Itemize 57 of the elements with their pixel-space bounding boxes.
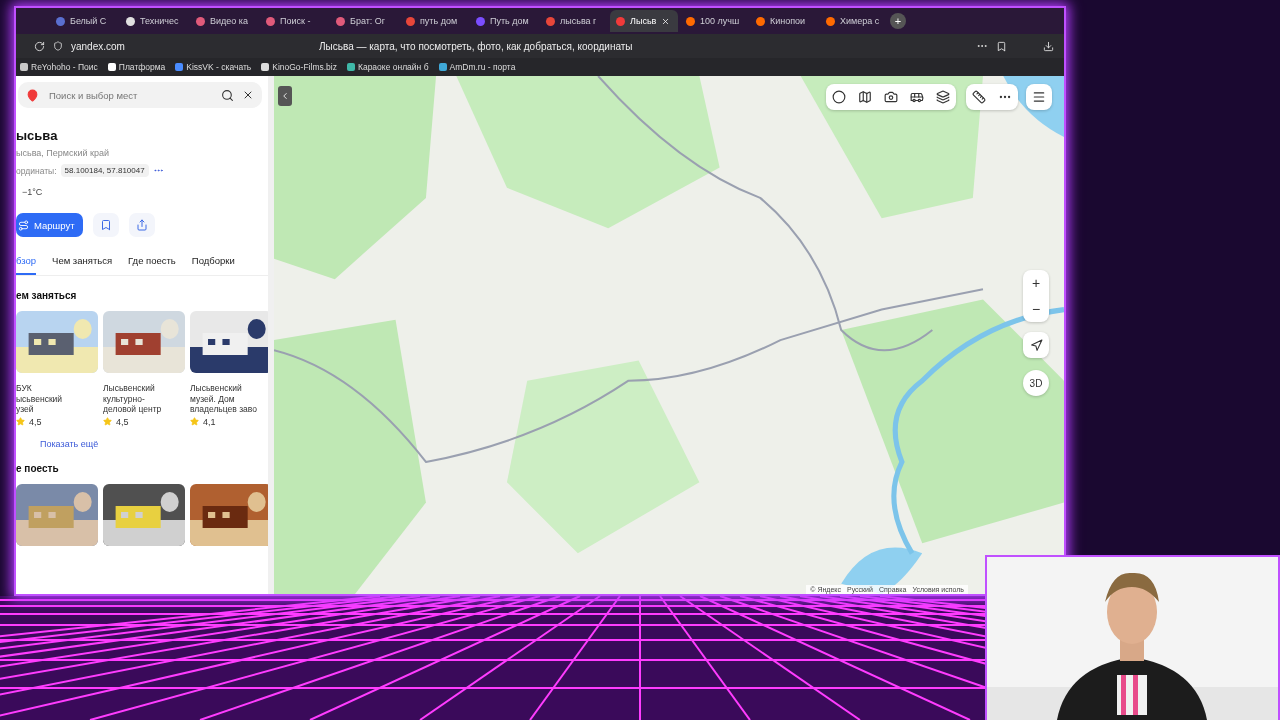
bookmark-icon bbox=[99, 219, 112, 231]
browser-tab[interactable]: Белый С bbox=[50, 10, 118, 32]
shield-icon bbox=[53, 41, 63, 51]
bookmark-link[interactable]: KissVK - скачать bbox=[175, 62, 252, 72]
route-button[interactable]: Маршрут bbox=[16, 213, 83, 237]
coordinates-value[interactable]: 58.100184, 57.810047 bbox=[60, 164, 149, 177]
download-icon[interactable] bbox=[1043, 40, 1054, 52]
panel-tab[interactable]: бзор bbox=[16, 255, 37, 275]
rating: 4,5 bbox=[29, 416, 42, 427]
browser-tab[interactable]: Техничес bbox=[120, 10, 188, 32]
rating: 4,1 bbox=[203, 416, 216, 427]
place-name[interactable]: БУК ысьвенский узей bbox=[16, 383, 98, 415]
bookmark-icon[interactable] bbox=[996, 40, 1007, 52]
rating: 4,5 bbox=[116, 416, 129, 427]
share-icon bbox=[135, 219, 148, 231]
reload-icon[interactable] bbox=[34, 40, 45, 52]
bookmark-link[interactable]: Караоке онлайн б bbox=[346, 62, 429, 72]
pin-icon bbox=[26, 88, 39, 102]
place-name[interactable]: Лысьвенский музей. Дом владельцев заво bbox=[190, 383, 268, 415]
coordinates-label: ординаты: bbox=[16, 165, 57, 176]
place-title: ысьва bbox=[16, 128, 59, 143]
bookmark-link[interactable]: KinoGo-Films.biz bbox=[261, 62, 337, 72]
panel-tab[interactable]: Где поесть bbox=[128, 255, 176, 275]
bookmark-button[interactable] bbox=[92, 213, 119, 237]
browser-tab[interactable]: Химера с bbox=[820, 10, 888, 32]
browser-tab[interactable]: Лысьв bbox=[610, 10, 678, 32]
search-field[interactable]: Поиск и выбор мест bbox=[47, 88, 213, 102]
star-icon bbox=[16, 417, 25, 426]
route-icon bbox=[18, 219, 29, 231]
section-title: ем заняться bbox=[16, 290, 78, 301]
star-icon bbox=[190, 417, 199, 426]
bookmark-link[interactable]: ReYohoho - Поис bbox=[20, 62, 98, 72]
section-title: е поесть bbox=[16, 462, 60, 474]
address-text[interactable]: yandex.com bbox=[71, 40, 311, 52]
browser-tab[interactable]: лысьва г bbox=[540, 10, 608, 32]
browser-tab[interactable]: Видео ка bbox=[190, 10, 258, 32]
close-icon[interactable] bbox=[661, 16, 671, 26]
place-address: ысьва, Пермский край bbox=[16, 148, 110, 158]
place-name[interactable]: Лысьвенский культурно- деловой центр bbox=[103, 383, 185, 415]
show-more-link[interactable]: Показать ещё bbox=[40, 438, 268, 449]
browser-tab[interactable]: Путь дом bbox=[470, 10, 538, 32]
new-tab-button[interactable]: + bbox=[890, 13, 906, 29]
page-title: Лысьва — карта, что посмотреть, фото, как добраться, координаты bbox=[319, 40, 634, 52]
panel-tab[interactable]: Чем заняться bbox=[52, 255, 113, 275]
bookmark-link[interactable]: AmDm.ru - порта bbox=[438, 62, 516, 72]
search-bar[interactable]: Поиск и выбор мест bbox=[18, 82, 262, 108]
browser-tab[interactable]: Поиск - bbox=[260, 10, 328, 32]
search-icon[interactable] bbox=[221, 88, 234, 102]
browser-tab[interactable]: Кинопои bbox=[750, 10, 818, 32]
browser-tab[interactable]: Брат: Ог bbox=[330, 10, 398, 32]
browser-tab[interactable]: путь дом bbox=[400, 10, 468, 32]
browser-tab[interactable]: 100 лучш bbox=[680, 10, 748, 32]
panel-tab[interactable]: Подборки bbox=[191, 255, 235, 275]
close-icon[interactable] bbox=[242, 89, 254, 101]
star-icon bbox=[103, 417, 112, 426]
bookmark-link[interactable]: Платформа bbox=[107, 62, 166, 72]
temperature: −1°C bbox=[22, 187, 44, 197]
